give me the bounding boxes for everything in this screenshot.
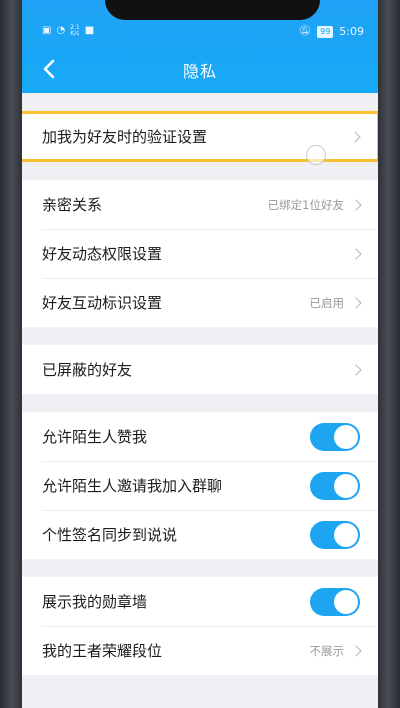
- toggle-knob: [334, 522, 358, 547]
- settings-group-friends: 亲密关系 已绑定1位好友 好友动态权限设置 好友互动标识设置 已启用: [22, 180, 378, 327]
- row-label: 好友动态权限设置: [42, 245, 163, 263]
- row-value: 已启用: [309, 295, 345, 310]
- settings-group-verification: 加我为好友时的验证设置: [22, 111, 378, 165]
- row-signature-sync: 个性签名同步到说说: [22, 510, 378, 559]
- chevron-right-icon: [350, 363, 362, 376]
- row-label: 个性签名同步到说说: [42, 526, 178, 544]
- row-game-rank[interactable]: 我的王者荣耀段位 不展示: [22, 626, 378, 675]
- touch-indicator: [306, 145, 326, 165]
- toggle-knob: [334, 589, 358, 614]
- page-title: 隐私: [182, 62, 217, 81]
- row-label: 好友互动标识设置: [42, 294, 163, 312]
- row-label: 加我为好友时的验证设置: [42, 128, 208, 146]
- chevron-right-icon: [350, 296, 362, 309]
- status-time: 5:09: [339, 25, 364, 38]
- row-allow-stranger-likes: 允许陌生人赞我: [22, 412, 378, 461]
- row-feed-permissions[interactable]: 好友动态权限设置: [22, 229, 378, 278]
- row-interaction-badge[interactable]: 好友互动标识设置 已启用: [22, 278, 378, 327]
- settings-group-blocked: 已屏蔽的好友: [22, 345, 378, 394]
- network-speed: 2.1 K/s: [70, 24, 80, 37]
- row-value: 已绑定1位好友: [267, 197, 344, 212]
- chevron-right-icon: [350, 247, 362, 260]
- row-allow-stranger-group-invite: 允许陌生人邀请我加入群聊: [22, 461, 378, 510]
- chevron-right-icon: [350, 198, 362, 211]
- row-blocked-friends[interactable]: 已屏蔽的好友: [22, 345, 378, 394]
- sim-icon: ▣: [42, 25, 52, 36]
- settings-list: 加我为好友时的验证设置 亲密关系 已绑定1位好友 好友动态权限设置 好友互动标识: [22, 93, 378, 675]
- row-label: 允许陌生人邀请我加入群聊: [42, 477, 223, 495]
- battery-indicator: 99: [317, 25, 334, 38]
- toggle-knob: [334, 473, 358, 498]
- toggle-knob: [334, 424, 358, 449]
- wifi-icon: ◔: [56, 25, 66, 36]
- row-intimate-relation[interactable]: 亲密关系 已绑定1位好友: [22, 180, 378, 229]
- toggle-switch[interactable]: [310, 520, 360, 549]
- settings-group-strangers: 允许陌生人赞我 允许陌生人邀请我加入群聊 个性签名同步到说说: [22, 412, 378, 559]
- toggle-switch[interactable]: [310, 471, 360, 500]
- chevron-right-icon: [350, 644, 362, 657]
- row-friend-verification[interactable]: 加我为好友时的验证设置: [22, 111, 378, 165]
- row-label: 我的王者荣耀段位: [42, 642, 163, 660]
- mute-icon: 🔕︎: [298, 25, 312, 37]
- settings-group-display: 展示我的勋章墙 我的王者荣耀段位 不展示: [22, 577, 378, 675]
- toggle-switch[interactable]: [310, 587, 360, 616]
- row-label: 亲密关系: [42, 196, 103, 214]
- toggle-switch[interactable]: [310, 422, 360, 451]
- status-bar: ▣ ◔ 2.1 K/s ■ 🔕︎ 99 5:09: [22, 22, 378, 42]
- chevron-right-icon: [349, 130, 361, 143]
- phone-frame: ▣ ◔ 2.1 K/s ■ 🔕︎ 99 5:09 隐私 加我为好友时的验证设置 …: [0, 0, 400, 708]
- row-label: 展示我的勋章墙: [42, 593, 148, 611]
- camera-notch: [105, 0, 320, 20]
- row-value: 不展示: [309, 643, 345, 658]
- row-label: 允许陌生人赞我: [42, 428, 148, 446]
- row-label: 已屏蔽的好友: [42, 361, 133, 379]
- message-icon: ■: [84, 25, 95, 36]
- screen: ▣ ◔ 2.1 K/s ■ 🔕︎ 99 5:09 隐私 加我为好友时的验证设置 …: [22, 0, 378, 708]
- row-show-medal-wall: 展示我的勋章墙: [22, 577, 378, 626]
